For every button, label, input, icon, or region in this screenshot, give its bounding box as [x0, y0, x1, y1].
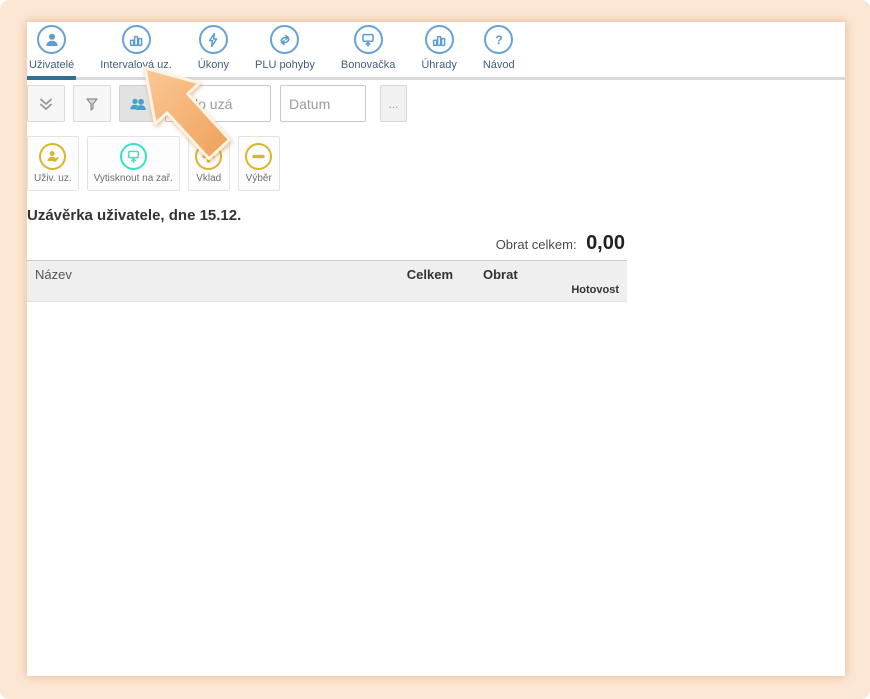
deposit-button[interactable]: Vklad [188, 136, 230, 191]
nav-tab-uhrady[interactable]: Úhrady [419, 25, 458, 77]
users-filter-button[interactable] [119, 85, 157, 122]
bars-icon [425, 25, 454, 54]
nav-tab-ukony[interactable]: Úkony [196, 25, 231, 77]
users-icon [127, 94, 149, 114]
action-toolbar: Uživ. uz. Vytisknout na zař. [27, 136, 845, 191]
double-chevron-down-icon [36, 94, 56, 114]
nav-tab-plu-pohyby[interactable]: PLU pohyby [253, 25, 317, 77]
page-title: Uzávěrka uživatele, dne 15.12. [27, 207, 845, 224]
user-closure-button[interactable]: Uživ. uz. [27, 136, 79, 191]
column-header-nazev: Název [35, 267, 363, 282]
turnover-total: Obrat celkem: 0,00 [27, 232, 627, 255]
column-header-celkem: Celkem [363, 267, 453, 282]
table-header: Název Celkem Obrat Hotovost [27, 260, 627, 302]
funnel-icon [82, 94, 102, 114]
app-frame: Uživatelé Intervalová uz. [0, 0, 870, 699]
collapse-button[interactable] [27, 85, 65, 122]
nav-tab-bonovacka[interactable]: Bonovačka [339, 25, 397, 77]
table-header-row: Název Celkem Obrat [35, 267, 619, 282]
nav-tab-label: PLU pohyby [255, 59, 315, 71]
turnover-total-label: Obrat celkem: [496, 237, 577, 252]
app-window: Uživatelé Intervalová uz. [27, 22, 845, 676]
more-options-button[interactable]: ... [380, 85, 407, 122]
nav-tab-intervalova-uz[interactable]: Intervalová uz. [98, 25, 174, 77]
top-navigation: Uživatelé Intervalová uz. [27, 22, 845, 80]
filter-toolbar: ... [27, 85, 845, 122]
date-input[interactable] [280, 85, 366, 122]
nav-tab-uzivatele[interactable]: Uživatelé [27, 25, 76, 77]
user-check-icon [39, 143, 66, 170]
nav-tab-label: Uživatelé [29, 59, 74, 71]
closure-number-input[interactable] [165, 85, 271, 122]
svg-text:?: ? [495, 33, 502, 47]
nav-tab-label: Návod [483, 59, 515, 71]
action-button-label: Výběr [246, 173, 272, 184]
plus-icon [195, 143, 222, 170]
print-to-device-button[interactable]: Vytisknout na zař. [87, 136, 180, 191]
column-header-obrat: Obrat [483, 267, 619, 282]
action-button-label: Vytisknout na zař. [94, 173, 173, 184]
question-icon: ? [484, 25, 513, 54]
print-display-icon [120, 143, 147, 170]
filter-button[interactable] [73, 85, 111, 122]
nav-tab-navod[interactable]: ? Návod [481, 25, 517, 77]
withdrawal-button[interactable]: Výběr [238, 136, 280, 191]
user-icon [37, 25, 66, 54]
nav-tab-label: Intervalová uz. [100, 59, 172, 71]
lightning-icon [199, 25, 228, 54]
nav-tab-label: Úkony [198, 59, 229, 71]
minus-icon [245, 143, 272, 170]
action-button-label: Vklad [196, 173, 221, 184]
transfer-arrows-icon [270, 25, 299, 54]
display-up-icon [354, 25, 383, 54]
column-header-hotovost: Hotovost [35, 284, 619, 296]
turnover-total-value: 0,00 [586, 232, 625, 254]
interval-bars-icon [122, 25, 151, 54]
nav-tab-label: Úhrady [421, 59, 456, 71]
action-button-label: Uživ. uz. [34, 173, 72, 184]
nav-tab-label: Bonovačka [341, 59, 395, 71]
